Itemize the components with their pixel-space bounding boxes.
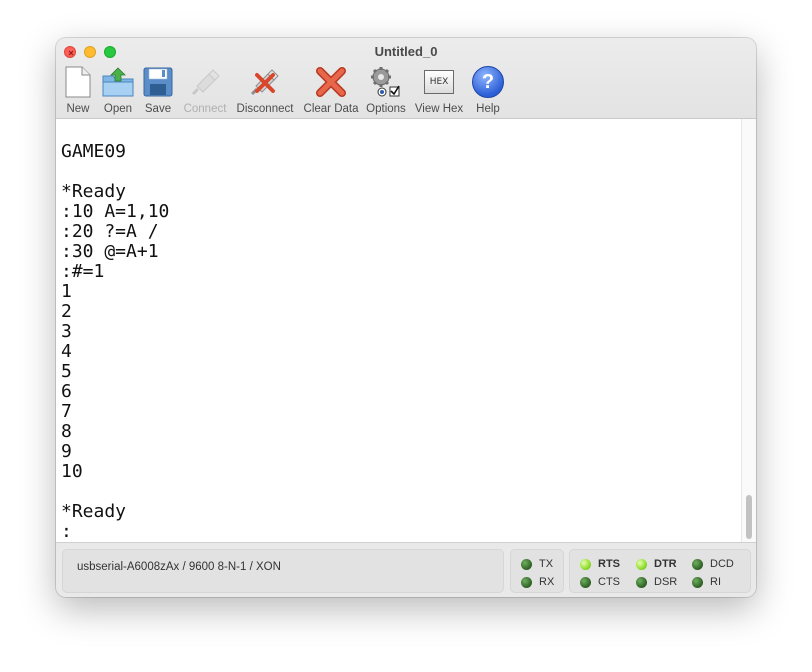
usb-plug-icon: [187, 64, 223, 100]
terminal-line: *Ready: [61, 501, 127, 522]
terminal-line: 3: [61, 321, 72, 342]
terminal-line: 4: [61, 341, 72, 362]
dsr-led-indicator: [636, 577, 647, 588]
txrx-panel: TX RX: [510, 549, 564, 593]
window-title: Untitled_0: [374, 44, 438, 59]
terminal-line: :20 ?=A /: [61, 221, 159, 242]
title-bar: Untitled_0 New Open Save Connect Disconn…: [56, 38, 756, 119]
open-folder-icon: [100, 64, 136, 100]
terminal-line: :30 @=A+1: [61, 241, 159, 262]
terminal-line: :10 A=1,10: [61, 201, 170, 222]
tx-led-indicator: [521, 559, 532, 570]
help-question-icon: ?: [470, 64, 506, 100]
terminal-line: *Ready: [61, 181, 127, 202]
ri-label: RI: [710, 576, 721, 588]
hex-icon-text: HEX: [424, 70, 454, 94]
scrollbar-thumb[interactable]: [746, 495, 752, 539]
vertical-scrollbar[interactable]: [741, 119, 756, 542]
connect-button[interactable]: Connect: [180, 64, 230, 116]
terminal-line: :: [61, 521, 72, 542]
dcd-led-indicator: [692, 559, 703, 570]
terminal-line: 5: [61, 361, 72, 382]
rx-led-indicator: [521, 577, 532, 588]
help-icon-glyph: ?: [472, 66, 504, 98]
status-bar: usbserial-A6008zAx / 9600 8-N-1 / XON TX…: [56, 542, 756, 597]
cts-label: CTS: [598, 576, 620, 588]
app-window: Untitled_0 New Open Save Connect Disconn…: [56, 38, 756, 597]
clear-x-icon: [313, 64, 349, 100]
disconnect-button[interactable]: Disconnect: [234, 64, 296, 116]
clear-data-button[interactable]: Clear Data: [301, 64, 361, 116]
rts-label: RTS: [598, 558, 620, 570]
terminal-line: :#=1: [61, 261, 105, 282]
dcd-label: DCD: [710, 558, 734, 570]
rts-led-indicator[interactable]: [580, 559, 591, 570]
options-button[interactable]: Options: [364, 64, 408, 116]
clear-data-label: Clear Data: [303, 103, 359, 115]
help-label: Help: [476, 103, 500, 115]
signal-lines-panel: RTS CTS DTR DSR DCD RI: [569, 549, 751, 593]
port-info-text: usbserial-A6008zAx / 9600 8-N-1 / XON: [77, 561, 281, 573]
open-button[interactable]: Open: [100, 64, 136, 116]
terminal-text: GAME09 *Ready:10 A=1,10:20 ?=A /:30 @=A+1…: [61, 142, 741, 542]
terminal-line: 7: [61, 401, 72, 422]
view-hex-label: View Hex: [414, 103, 464, 115]
new-document-icon: [60, 64, 96, 100]
port-info-panel: usbserial-A6008zAx / 9600 8-N-1 / XON: [62, 549, 504, 593]
cts-led-indicator: [580, 577, 591, 588]
rx-label: RX: [539, 576, 555, 588]
connect-label: Connect: [183, 103, 227, 115]
terminal-line: GAME09: [61, 141, 127, 162]
terminal-line: 9: [61, 441, 72, 462]
ri-led-indicator: [692, 577, 703, 588]
hex-icon: HEX: [421, 64, 457, 100]
save-disk-icon: [140, 64, 176, 100]
dsr-label: DSR: [654, 576, 678, 588]
view-hex-button[interactable]: HEX View Hex: [412, 64, 466, 116]
dtr-label: DTR: [654, 558, 677, 570]
terminal-line: 2: [61, 301, 72, 322]
usb-disconnect-icon: [247, 64, 283, 100]
help-button[interactable]: ? Help: [470, 64, 506, 116]
terminal-output-area[interactable]: GAME09 *Ready:10 A=1,10:20 ?=A /:30 @=A+1…: [56, 119, 756, 542]
terminal-line: 10: [61, 461, 83, 482]
new-button[interactable]: New: [60, 64, 96, 116]
save-label: Save: [144, 103, 172, 115]
options-label: Options: [366, 103, 406, 115]
terminal-line: 8: [61, 421, 72, 442]
terminal-line: 1: [61, 281, 72, 302]
tx-label: TX: [539, 558, 554, 570]
terminal-line: 6: [61, 381, 72, 402]
save-button[interactable]: Save: [140, 64, 176, 116]
open-label: Open: [103, 103, 133, 115]
options-gear-icon: [368, 64, 404, 100]
disconnect-label: Disconnect: [236, 103, 294, 115]
new-label: New: [66, 103, 90, 115]
dtr-led-indicator[interactable]: [636, 559, 647, 570]
